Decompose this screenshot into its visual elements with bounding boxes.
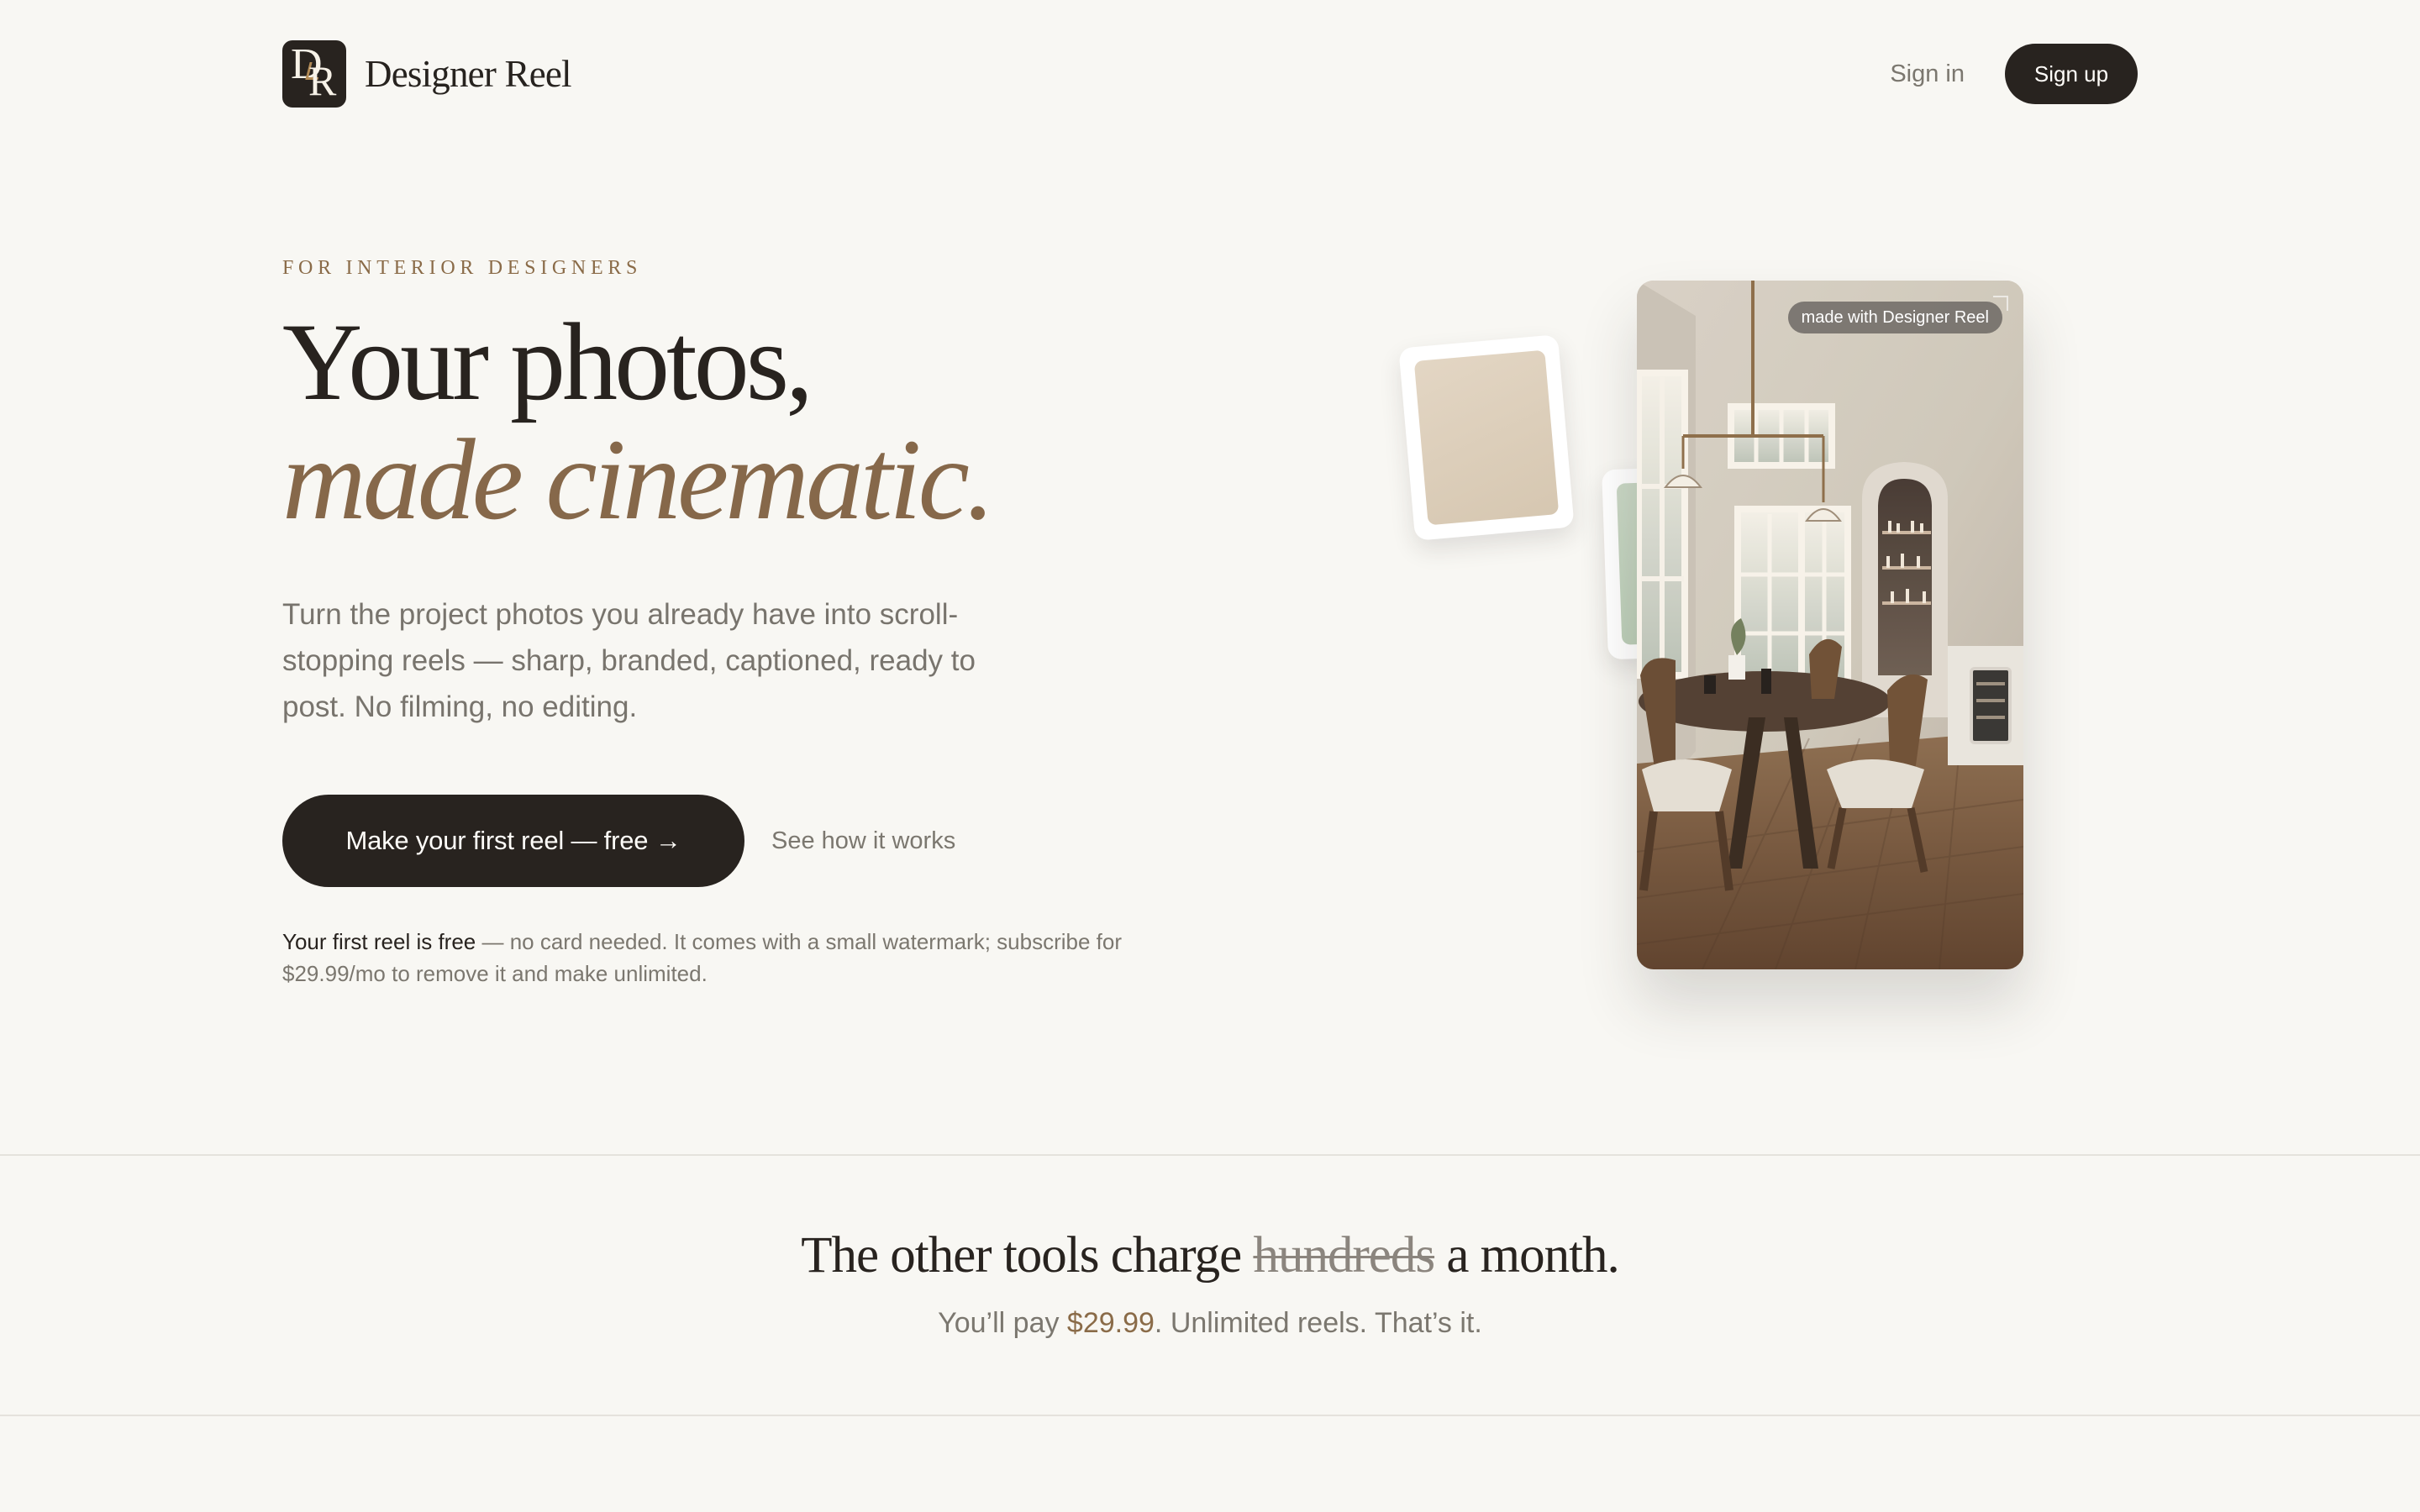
logo-r-letter: R (308, 57, 337, 104)
hero-eyebrow: FOR INTERIOR DESIGNERS (282, 257, 643, 279)
hero-description: Turn the project photos you already have… (282, 598, 976, 723)
pricing-subtitle: You’ll pay $29.99. Unlimited reels. That… (0, 1307, 2420, 1340)
reel-preview-card: made with Designer Reel (1637, 281, 2023, 969)
brand-name: Designer Reel (365, 53, 572, 95)
monthly-price: $29.99 (1066, 1307, 1155, 1339)
sand-swatch-fill (1413, 349, 1560, 526)
dining-room-image (1637, 281, 2023, 969)
pricing-title-prefix: The other tools charge (801, 1227, 1254, 1284)
pricing-comparison-title: The other tools charge hundreds a month. (0, 1226, 2420, 1285)
pricing-comparison-section: The other tools charge hundreds a month.… (0, 1154, 2420, 1416)
sign-up-button[interactable]: Sign up (2005, 44, 2138, 104)
pricing-subtitle-suffix: . Unlimited reels. That’s it. (1154, 1307, 1482, 1339)
brand-link[interactable]: D R Designer Reel (282, 40, 572, 108)
free-reel-note: Your first reel is free — no card needed… (282, 926, 1223, 990)
image-soft-light (1637, 281, 2023, 969)
pricing-struck-word: hundreds (1253, 1227, 1435, 1284)
hero-headline: Your photos, made cinematic. (282, 307, 1106, 539)
headline-accent-line: made cinematic. (282, 415, 995, 543)
sign-in-link[interactable]: Sign in (1890, 60, 1965, 88)
pricing-subtitle-prefix: You’ll pay (938, 1307, 1067, 1339)
free-reel-emphasis: Your first reel is free (282, 929, 476, 954)
header-navigation: Sign in Sign up (1890, 44, 2138, 104)
site-header: D R Designer Reel Sign in Sign up (0, 0, 2420, 147)
corner-crop-mark-icon (1993, 296, 2008, 311)
reel-preview-visual: made with Designer Reel (1395, 277, 2033, 1050)
sand-color-swatch (1398, 334, 1575, 541)
reel-watermark: made with Designer Reel (1787, 302, 2002, 333)
make-first-reel-button[interactable]: Make your first reel — free → (282, 795, 744, 887)
pricing-title-suffix: a month. (1434, 1227, 1619, 1284)
see-how-it-works-link[interactable]: See how it works (771, 827, 955, 855)
brand-logo-icon: D R (282, 40, 346, 108)
headline-primary-line: Your photos, (282, 300, 813, 423)
hero-actions: Make your first reel — free → See how it… (282, 795, 955, 887)
